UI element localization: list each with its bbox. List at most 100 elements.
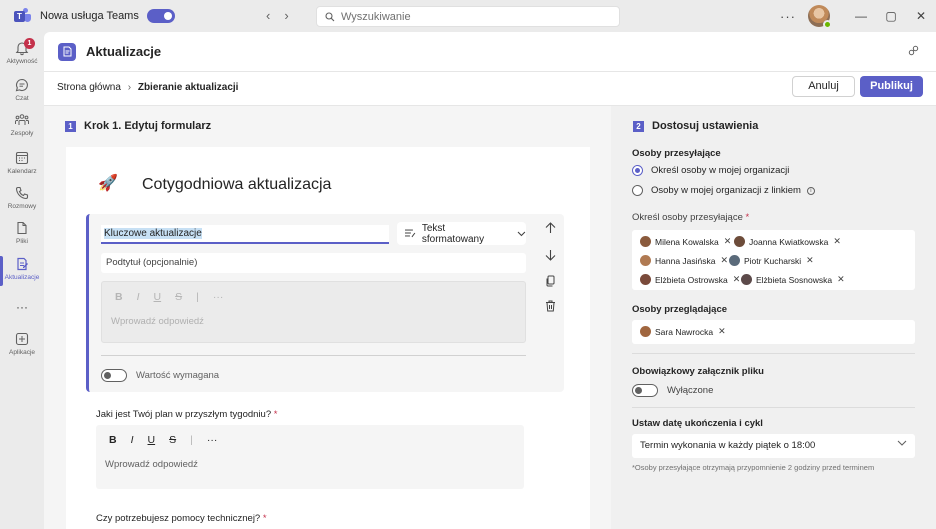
question-2-answer[interactable]: B I U S | ··· Wprowadź odpowiedź bbox=[96, 425, 524, 489]
bold-icon[interactable]: B bbox=[109, 434, 117, 446]
radio-link-people[interactable]: Osoby w mojej organizacji z linkiem i bbox=[632, 185, 815, 196]
rail-label: Czat bbox=[15, 95, 29, 102]
attachment-toggle[interactable] bbox=[632, 384, 658, 397]
new-teams-toggle[interactable] bbox=[146, 9, 175, 23]
add-apps-icon bbox=[15, 332, 29, 346]
remove-icon[interactable]: ✕ bbox=[718, 326, 726, 337]
move-up-icon[interactable] bbox=[545, 222, 556, 237]
avatar bbox=[640, 326, 651, 337]
delete-icon[interactable] bbox=[545, 300, 556, 315]
cancel-button[interactable]: Anuluj bbox=[792, 76, 855, 97]
rail-label: Kalendarz bbox=[7, 168, 37, 175]
avatar bbox=[640, 274, 651, 285]
required-toggle[interactable] bbox=[101, 369, 127, 382]
specify-submitters-text: Określ osoby przesyłające bbox=[632, 212, 743, 223]
avatar bbox=[640, 236, 651, 247]
strikethrough-icon: S bbox=[175, 291, 183, 303]
chat-icon bbox=[15, 78, 28, 92]
person-name: Hanna Jasińska bbox=[655, 255, 716, 266]
breadcrumb-home[interactable]: Strona główna bbox=[57, 82, 121, 93]
close-icon[interactable]: ✕ bbox=[906, 9, 936, 23]
italic-icon[interactable]: I bbox=[131, 434, 134, 446]
underline-icon[interactable]: U bbox=[148, 434, 156, 446]
reminder-note: *Osoby przesyłające otrzymają przypomnie… bbox=[632, 463, 875, 472]
subtitle-input[interactable]: Podtytuł (opcjonalnie) bbox=[101, 253, 526, 273]
more-options-icon[interactable]: ··· bbox=[780, 9, 796, 24]
person-chip: Elżbieta Sosnowska ✕ bbox=[741, 274, 845, 285]
form-editor: 1 Krok 1. Edytuj formularz 🚀 Cotygodniow… bbox=[44, 106, 611, 529]
remove-icon[interactable]: ✕ bbox=[837, 274, 845, 285]
required-label: Wartość wymagana bbox=[136, 370, 220, 381]
answer-placeholder: Wprowadź odpowiedź bbox=[111, 316, 204, 327]
maximize-icon[interactable]: ▢ bbox=[876, 9, 906, 23]
remove-icon[interactable]: ✕ bbox=[833, 236, 841, 247]
calendar-icon bbox=[15, 151, 29, 165]
rail-item-activity[interactable]: 1 Aktywność bbox=[0, 38, 44, 65]
remove-icon[interactable]: ✕ bbox=[806, 255, 814, 266]
file-icon bbox=[17, 221, 27, 235]
answer-placeholder: Wprowadź odpowiedź bbox=[105, 459, 198, 470]
bold-icon: B bbox=[115, 291, 123, 303]
app-rail: 1 Aktywność Czat Zespoły Kalendarz Rozmo… bbox=[0, 32, 44, 529]
person-chip: Hanna Jasińska ✕ bbox=[640, 255, 728, 266]
rail-item-calendar[interactable]: Kalendarz bbox=[0, 150, 44, 175]
rail-item-files[interactable]: Pliki bbox=[0, 220, 44, 245]
specify-submitters-label: Określ osoby przesyłające * bbox=[632, 212, 749, 223]
more-apps-icon[interactable]: ··· bbox=[0, 300, 44, 314]
app-header: Aktualizacje bbox=[44, 32, 936, 72]
due-date-dropdown[interactable]: Termin wykonania w każdy piątek o 18:00 bbox=[632, 434, 915, 458]
rail-item-apps[interactable]: Aplikacje bbox=[0, 331, 44, 356]
teams-logo-icon: T bbox=[12, 8, 32, 24]
toolbar-divider: | bbox=[196, 291, 199, 303]
question-title-input[interactable]: Kluczowe aktualizacje bbox=[101, 225, 389, 244]
pop-out-link-icon[interactable] bbox=[907, 44, 920, 60]
remove-icon[interactable]: ✕ bbox=[733, 274, 741, 285]
publish-button[interactable]: Publikuj bbox=[860, 76, 923, 97]
chevron-down-icon bbox=[517, 231, 526, 236]
divider bbox=[101, 355, 526, 356]
more-format-icon[interactable]: ··· bbox=[207, 434, 218, 446]
rail-item-teams[interactable]: Zespoły bbox=[0, 112, 44, 137]
rail-item-chat[interactable]: Czat bbox=[0, 77, 44, 102]
updates-app-icon bbox=[58, 42, 76, 61]
submitters-picker[interactable]: Milena Kowalska ✕ Joanna Kwiatkowska ✕ H… bbox=[632, 230, 915, 290]
forward-icon[interactable]: › bbox=[284, 8, 288, 23]
underline-icon: U bbox=[153, 291, 162, 303]
copy-icon[interactable] bbox=[545, 275, 556, 290]
back-icon[interactable]: ‹ bbox=[266, 8, 270, 23]
rail-item-updates[interactable]: Aktualizacje bbox=[0, 256, 44, 286]
rail-label: Rozmowy bbox=[7, 203, 37, 210]
breadcrumb-separator: › bbox=[127, 82, 132, 93]
step-1-heading: 1 Krok 1. Edytuj formularz bbox=[65, 120, 211, 132]
search-input[interactable]: Wyszukiwanie bbox=[316, 6, 620, 27]
required-asterisk: * bbox=[745, 212, 750, 223]
question-tools bbox=[537, 214, 567, 392]
required-asterisk: * bbox=[273, 409, 278, 420]
required-toggle-row: Wartość wymagana bbox=[101, 369, 219, 382]
reviewers-picker[interactable]: Sara Nawrocka ✕ bbox=[632, 320, 915, 344]
question-type-dropdown[interactable]: Tekst sformatowany bbox=[397, 222, 526, 245]
presence-available-icon bbox=[823, 20, 832, 29]
form-title[interactable]: Cotygodniowa aktualizacja bbox=[142, 176, 331, 194]
move-down-icon[interactable] bbox=[545, 249, 556, 264]
remove-icon[interactable]: ✕ bbox=[720, 255, 728, 266]
app-title: Aktualizacje bbox=[86, 44, 162, 59]
step-title: Dostosuj ustawienia bbox=[652, 120, 759, 132]
teams-icon bbox=[15, 114, 29, 125]
radio-specific-people[interactable]: Określ osoby w mojej organizacji bbox=[632, 165, 789, 176]
format-toolbar: B I U S | ··· bbox=[109, 434, 217, 446]
answer-preview: B I U S | ··· Wprowadź odpowiedź bbox=[101, 281, 526, 343]
person-name: Elżbieta Sosnowska bbox=[756, 274, 833, 285]
minimize-icon[interactable]: — bbox=[846, 9, 876, 23]
italic-icon: I bbox=[136, 291, 140, 303]
question-type-label: Tekst sformatowany bbox=[421, 222, 485, 245]
info-icon[interactable]: i bbox=[806, 186, 815, 195]
strikethrough-icon[interactable]: S bbox=[169, 434, 176, 446]
rail-item-calls[interactable]: Rozmowy bbox=[0, 185, 44, 210]
profile-avatar[interactable] bbox=[808, 5, 832, 29]
remove-icon[interactable]: ✕ bbox=[724, 236, 732, 247]
divider bbox=[632, 353, 915, 354]
radio-selected-icon bbox=[632, 165, 643, 176]
due-date-label: Ustaw datę ukończenia i cykl bbox=[632, 418, 763, 429]
breadcrumb-current: Zbieranie aktualizacji bbox=[137, 82, 239, 93]
